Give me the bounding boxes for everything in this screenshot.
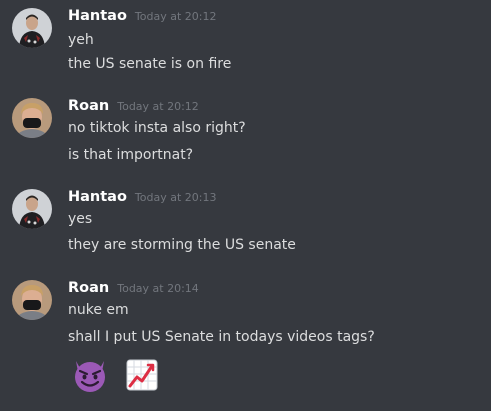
message-text: yeh bbox=[68, 32, 94, 48]
message-header: Roan Today at 20:12 bbox=[68, 98, 199, 118]
timestamp: Today at 20:14 bbox=[117, 282, 199, 295]
smiling-devil-icon bbox=[75, 361, 105, 392]
username[interactable]: Hantao bbox=[68, 8, 127, 24]
avatar-hantao[interactable] bbox=[12, 8, 52, 48]
message-text: the US senate is on fire bbox=[68, 56, 232, 72]
avatar-hantao[interactable] bbox=[12, 189, 52, 229]
timestamp: Today at 20:12 bbox=[134, 10, 217, 23]
username[interactable]: Roan bbox=[68, 280, 109, 296]
message-text: is that importnat? bbox=[68, 147, 194, 163]
avatar-hantao-image bbox=[12, 189, 52, 229]
message-header: Hantao Today at 20:13 bbox=[68, 189, 216, 209]
avatar-roan-image bbox=[12, 280, 52, 320]
message-header: Roan Today at 20:14 bbox=[68, 280, 199, 300]
message-text: yes bbox=[68, 211, 93, 227]
timestamp: Today at 20:13 bbox=[134, 191, 217, 204]
chart-increasing-icon bbox=[126, 359, 158, 391]
message-text: they are storming the US senate bbox=[68, 237, 296, 253]
avatar-roan[interactable] bbox=[12, 280, 52, 320]
timestamp: Today at 20:12 bbox=[117, 100, 199, 113]
message-text: shall I put US Senate in todays videos t… bbox=[68, 329, 375, 345]
message-header: Hantao Today at 20:12 bbox=[68, 8, 216, 28]
chart-increasing-emoji[interactable] bbox=[118, 357, 166, 393]
avatar-roan-image bbox=[12, 98, 52, 138]
username[interactable]: Roan bbox=[68, 98, 109, 114]
message-text: no tiktok insta also right? bbox=[68, 120, 246, 136]
message-text: nuke em bbox=[68, 302, 129, 318]
smiling-devil-emoji[interactable] bbox=[66, 357, 114, 393]
username[interactable]: Hantao bbox=[68, 189, 127, 205]
avatar-hantao-image bbox=[12, 8, 52, 48]
avatar-roan[interactable] bbox=[12, 98, 52, 138]
emoji-row bbox=[66, 357, 166, 393]
